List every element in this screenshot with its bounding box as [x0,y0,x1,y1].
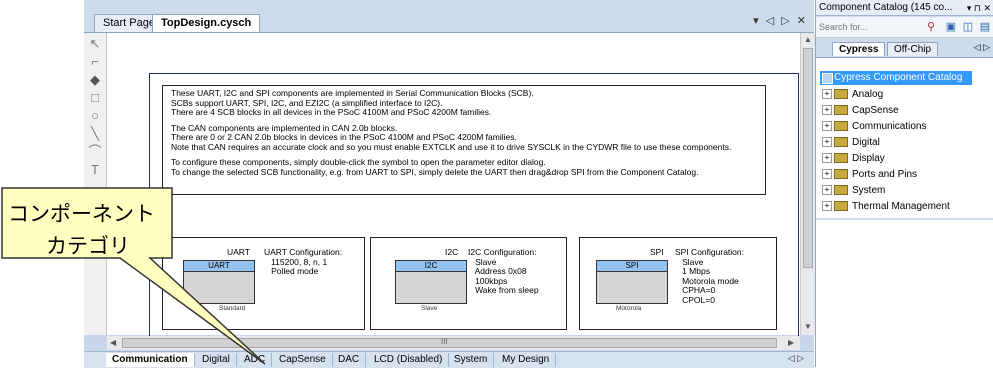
component-catalog-panel: Component Catalog (145 co... ▾ ⊓ ✕ ⚲ ▣ ◫… [815,0,993,369]
catalog-tab-nav[interactable]: ◁ ▷ [974,42,990,53]
vertical-scrollbar[interactable]: ▲ ▼ [800,33,815,335]
datasheet-icon[interactable]: ◫ [961,20,975,34]
diamond-tool-icon[interactable]: ◆ [88,73,102,87]
category-icon [834,169,848,180]
note-line: The CAN components are implemented in CA… [171,122,398,133]
sheet-tab-dac[interactable]: DAC [332,353,367,367]
scroll-up-icon[interactable]: ▲ [804,35,812,44]
tree-item-label: Analog [852,89,884,100]
catalog-root-label: Cypress Component Catalog [834,72,963,83]
category-icon [834,121,848,132]
catalog-tree-root[interactable]: Cypress Component Catalog [820,71,972,85]
i2c-symbol[interactable]: I2C [395,260,467,304]
tree-item-analog[interactable]: + Analog [822,88,883,102]
expand-icon[interactable]: + [822,169,832,180]
catalog-preview-area [816,218,993,369]
line-tool-icon[interactable]: ╲ [88,127,102,141]
note-line: There are 0 or 2 CAN 2.0b blocks in devi… [171,132,517,142]
scroll-right-icon[interactable]: ▶ [788,338,794,347]
tab-topdesign[interactable]: TopDesign.cysch [152,14,261,32]
note-line: To configure these components, simply do… [171,157,546,167]
category-icon [834,137,848,148]
ellipse-tool-icon[interactable]: ○ [88,109,102,123]
catalog-title-controls[interactable]: ▾ ⊓ ✕ [967,0,991,16]
expand-icon[interactable]: + [822,201,832,212]
sheet-tab-my-design[interactable]: My Design [496,353,557,367]
note-line: SCBs support UART, SPI, I2C, and EZI2C (… [171,97,443,108]
tree-item-ports-and-pins[interactable]: + Ports and Pins [822,168,917,182]
scroll-grip: III [441,337,448,346]
find-icon[interactable]: ⚲ [924,20,938,34]
category-icon [834,89,848,100]
tree-item-label: Communications [852,121,927,132]
i2c-title: I2C [445,247,459,257]
tree-item-label: Thermal Management [852,201,950,212]
text-tool-icon[interactable]: T [88,163,102,177]
i2c-symbol-label: I2C [396,261,466,272]
sheet-tab-system[interactable]: System [448,353,495,367]
catalog-options-icon[interactable]: ▤ [978,20,992,34]
catalog-tab-cypress[interactable]: Cypress [832,42,886,56]
tree-item-communications[interactable]: + Communications [822,120,926,134]
catalog-tab-off-chip[interactable]: Off-Chip [887,42,939,56]
arc-tool-icon[interactable]: ⌒ [88,145,102,159]
spi-symbol[interactable]: SPI [596,260,668,304]
tree-item-label: CapSense [852,105,899,116]
expand-icon[interactable]: + [822,137,832,148]
vertical-scroll-thumb[interactable] [803,48,813,268]
category-icon [834,105,848,116]
spi-title: SPI [650,247,664,257]
tree-item-label: Digital [852,137,880,148]
tree-item-label: Display [852,153,885,164]
catalog-title: Component Catalog (145 co... ▾ ⊓ ✕ [816,0,993,16]
i2c-symbol-footer: Slave [421,305,438,312]
spi-symbol-label: SPI [597,261,667,272]
tree-item-thermal-management[interactable]: + Thermal Management [822,200,950,214]
callout-annotation: コンポーネント カテゴリ [0,186,266,365]
catalog-search-input[interactable] [819,20,901,33]
category-icon [834,185,848,196]
spi-component-box[interactable]: SPI SPI Configuration: Slave 1 Mbps Moto… [579,237,777,330]
catalog-root-icon [822,73,833,84]
expand-icon[interactable]: + [822,153,832,164]
sheet-tab-lcd[interactable]: LCD (Disabled) [368,353,450,367]
sheet-tab-nav[interactable]: ◁ ▷ [788,353,804,364]
expand-icon[interactable]: + [822,89,832,100]
note-line: To change the selected SCB functionality… [171,166,699,177]
category-icon [834,201,848,212]
catalog-tabs: Cypress Off-Chip ◁ ▷ [816,38,993,56]
i2c-config-text: I2C Configuration: Slave Address 0x08 10… [468,247,539,295]
catalog-view-icon[interactable]: ▣ [944,20,958,34]
note-line: These UART, I2C and SPI components are i… [171,88,534,98]
note-line: Note that CAN requires an accurate clock… [171,141,732,152]
expand-icon[interactable]: + [822,185,832,196]
tree-item-label: System [852,185,886,196]
scroll-down-icon[interactable]: ▼ [804,322,812,331]
expand-icon[interactable]: + [822,121,832,132]
document-window-controls[interactable]: ▾ ◁ ▷ ✕ [753,14,808,27]
catalog-title-text: Component Catalog (145 co... [819,2,953,13]
tree-item-display[interactable]: + Display [822,152,885,166]
callout-text-line2: カテゴリ [46,234,130,258]
tree-item-label: Ports and Pins [852,169,918,180]
spi-config-text: SPI Configuration: Slave 1 Mbps Motorola… [675,247,744,305]
note-line: There are 4 SCB blocks in all devices in… [171,107,492,117]
rectangle-tool-icon[interactable]: □ [88,91,102,105]
document-tab-bar: Start Page TopDesign.cysch ▾ ◁ ▷ ✕ [84,0,814,33]
category-icon [834,153,848,164]
pointer-tool-icon[interactable]: ↖ [88,37,102,51]
catalog-search-row: ⚲ ▣ ◫ ▤ [816,17,993,38]
callout-text-line1: コンポーネント [8,202,155,226]
tree-item-capsense[interactable]: + CapSense [822,104,899,118]
catalog-tree: Cypress Component Catalog + Analog + CapSe… [816,57,993,218]
tree-item-digital[interactable]: + Digital [822,136,880,150]
i2c-component-box[interactable]: I2C I2C Configuration: Slave Address 0x0… [370,237,567,330]
notes-textbox[interactable]: These UART, I2C and SPI components are i… [162,85,766,195]
spi-symbol-footer: Motorola [616,305,642,312]
tree-item-system[interactable]: + System [822,184,885,198]
wire-tool-icon[interactable]: ⌐ [88,55,102,69]
expand-icon[interactable]: + [822,105,832,116]
